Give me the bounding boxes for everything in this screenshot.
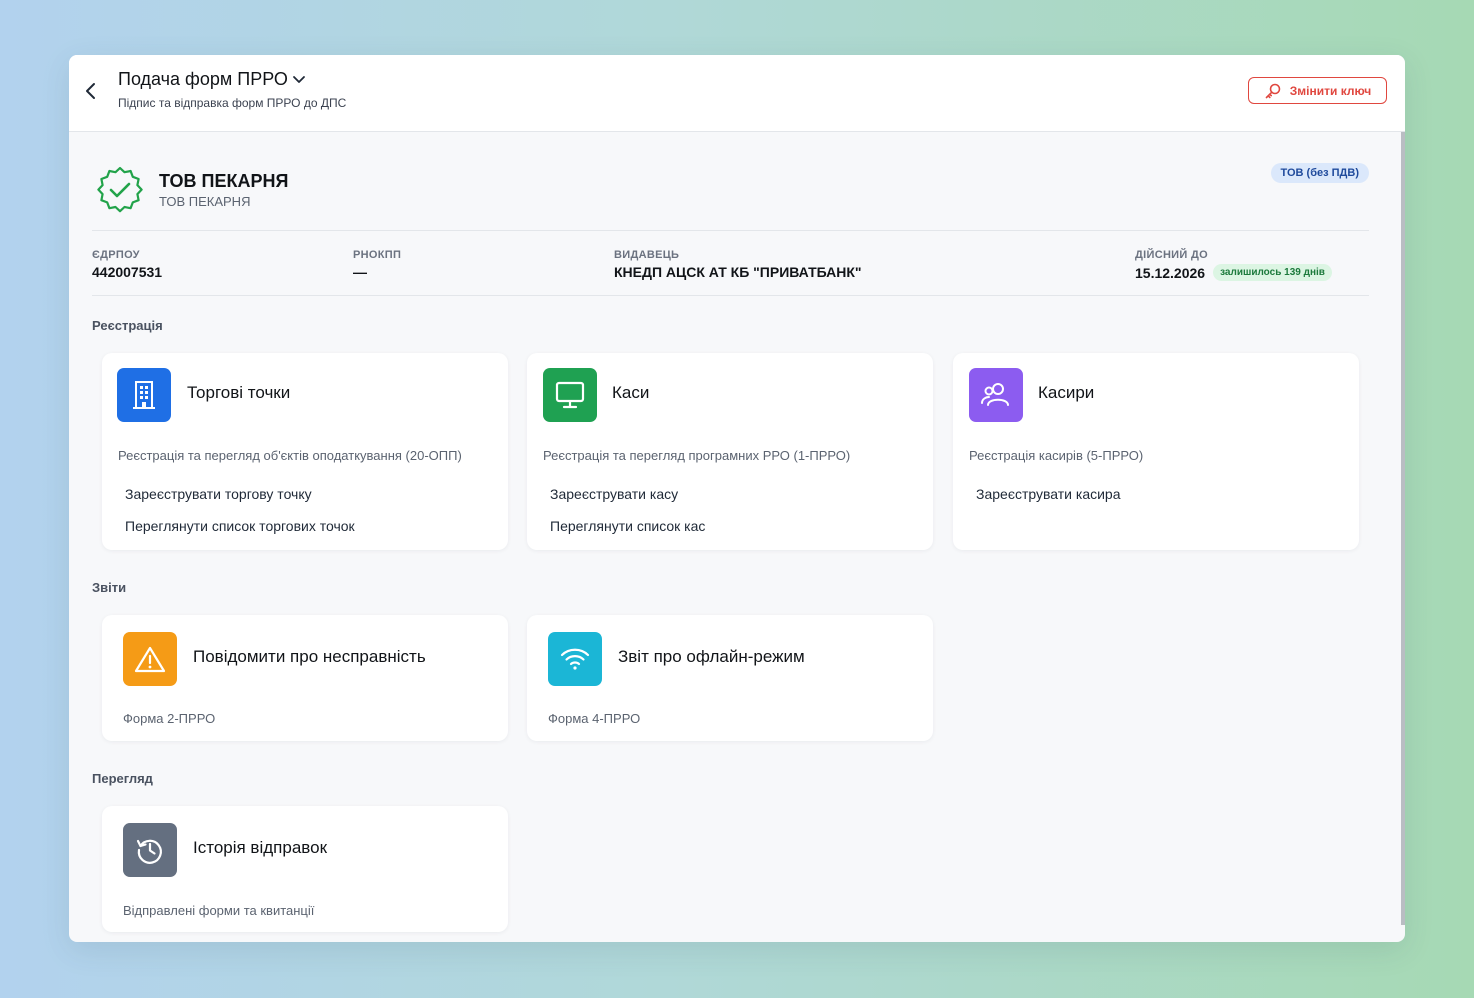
issuer-value-text: КНЕДП АЦСК АТ КБ "ПРИВАТБАНК"	[614, 264, 862, 280]
chevron-down-icon	[292, 75, 305, 83]
history-icon	[123, 823, 177, 877]
card-history-title: Історія відправок	[193, 838, 328, 857]
divider	[92, 295, 1369, 296]
card-history-desc: Відправлені форми та квитанції	[123, 903, 315, 918]
company-name: ТОВ ПЕКАРНЯ	[159, 171, 289, 191]
section-title-registration: Реєстрація	[92, 318, 163, 333]
page-header: Подача форм ПРРО Підпис та відправка фор…	[69, 55, 1405, 132]
scrollbar[interactable]	[1401, 55, 1405, 925]
card-cashiers-desc: Реєстрація касирів (5-ПРРО)	[969, 448, 1144, 463]
edrpou-value: 442007531	[92, 264, 162, 280]
issuer-value: КНЕДП АЦСК АТ КБ "ПРИВАТБАНК"	[614, 264, 862, 280]
card-offline-title: Звіт про офлайн-режим	[618, 647, 805, 666]
rnokpp-label: РНОКПП	[353, 249, 402, 261]
warning-icon	[123, 632, 177, 686]
page-subtitle: Підпис та відправка форм ПРРО до ДПС	[118, 96, 347, 110]
company-header: ТОВ ПЕКАРНЯ ТОВ ПЕКАРНЯ	[95, 165, 288, 215]
company-subname: ТОВ ПЕКАРНЯ	[159, 194, 251, 209]
chevron-left-icon	[86, 83, 95, 99]
valid-until-field: ДІЙСНИЙ ДО 15.12.2026 залишилось 139 дні…	[1135, 249, 1332, 281]
register-cash-link[interactable]: Зареєструвати касу	[550, 486, 678, 502]
back-button[interactable]	[81, 77, 101, 105]
card-offline-desc: Форма 4-ПРРО	[548, 711, 641, 726]
edrpou-label: ЄДРПОУ	[92, 249, 140, 261]
app-window: Подача форм ПРРО Підпис та відправка фор…	[69, 55, 1405, 942]
card-cashiers: Касири Реєстрація касирів (5-ПРРО) Зареє…	[953, 353, 1359, 550]
wifi-icon	[548, 632, 602, 686]
key-icon	[1265, 83, 1281, 98]
edrpou-value-text: 442007531	[92, 264, 163, 280]
change-key-button[interactable]: Змінити ключ	[1248, 77, 1387, 104]
monitor-icon	[543, 368, 597, 422]
valid-until-label: ДІЙСНИЙ ДО	[1135, 249, 1208, 261]
change-key-label: Змінити ключ	[1289, 83, 1372, 98]
rnokpp-value-text: —	[353, 264, 367, 280]
view-outlets-link[interactable]: Переглянути список торгових точок	[125, 518, 355, 534]
view-cash-list-link[interactable]: Переглянути список кас	[550, 518, 705, 534]
section-title-reports: Звіти	[92, 580, 127, 595]
rnokpp-field: РНОКПП —	[353, 249, 401, 280]
valid-until-date: 15.12.2026	[1135, 264, 1206, 281]
card-malfunction-title: Повідомити про несправність	[193, 647, 426, 666]
card-history[interactable]: Історія відправок Відправлені форми та к…	[102, 806, 508, 932]
rnokpp-value: —	[353, 264, 401, 280]
edrpou-field: ЄДРПОУ 442007531	[92, 249, 162, 280]
users-icon	[969, 368, 1023, 422]
issuer-label: ВИДАВЕЦЬ	[614, 249, 680, 261]
card-offline-report[interactable]: Звіт про офлайн-режим Форма 4-ПРРО	[527, 615, 933, 741]
issuer-field: ВИДАВЕЦЬ КНЕДП АЦСК АТ КБ "ПРИВАТБАНК"	[614, 249, 862, 280]
page-title: Подача форм ПРРО	[118, 69, 288, 89]
section-title-view: Перегляд	[92, 771, 153, 786]
card-outlets-desc: Реєстрація та перегляд об'єктів оподатку…	[118, 448, 462, 463]
divider	[92, 230, 1369, 231]
card-malfunction-desc: Форма 2-ПРРО	[123, 711, 216, 726]
verified-badge-icon	[97, 166, 143, 213]
card-cash-title: Каси	[612, 383, 650, 402]
card-cashiers-title: Касири	[1038, 383, 1095, 402]
page-title-dropdown[interactable]: Подача форм ПРРО	[118, 69, 306, 90]
card-malfunction[interactable]: Повідомити про несправність Форма 2-ПРРО	[102, 615, 508, 741]
company-type-badge: ТОВ (без ПДВ)	[1270, 163, 1369, 183]
company-text: ТОВ ПЕКАРНЯ ТОВ ПЕКАРНЯ	[159, 171, 288, 209]
register-outlet-link[interactable]: Зареєструвати торгову точку	[125, 486, 312, 502]
register-cashier-link[interactable]: Зареєструвати касира	[976, 486, 1121, 502]
card-cash-registers: Каси Реєстрація та перегляд програмних Р…	[527, 353, 933, 550]
remaining-days-badge: залишилось 139 днів	[1213, 264, 1332, 281]
card-cash-desc: Реєстрація та перегляд програмних РРО (1…	[543, 448, 851, 463]
valid-until-value: 15.12.2026 залишилось 139 днів	[1135, 264, 1332, 281]
card-outlets-title: Торгові точки	[187, 383, 291, 402]
card-outlets: Торгові точки Реєстрація та перегляд об'…	[102, 353, 508, 550]
building-icon	[117, 368, 171, 422]
